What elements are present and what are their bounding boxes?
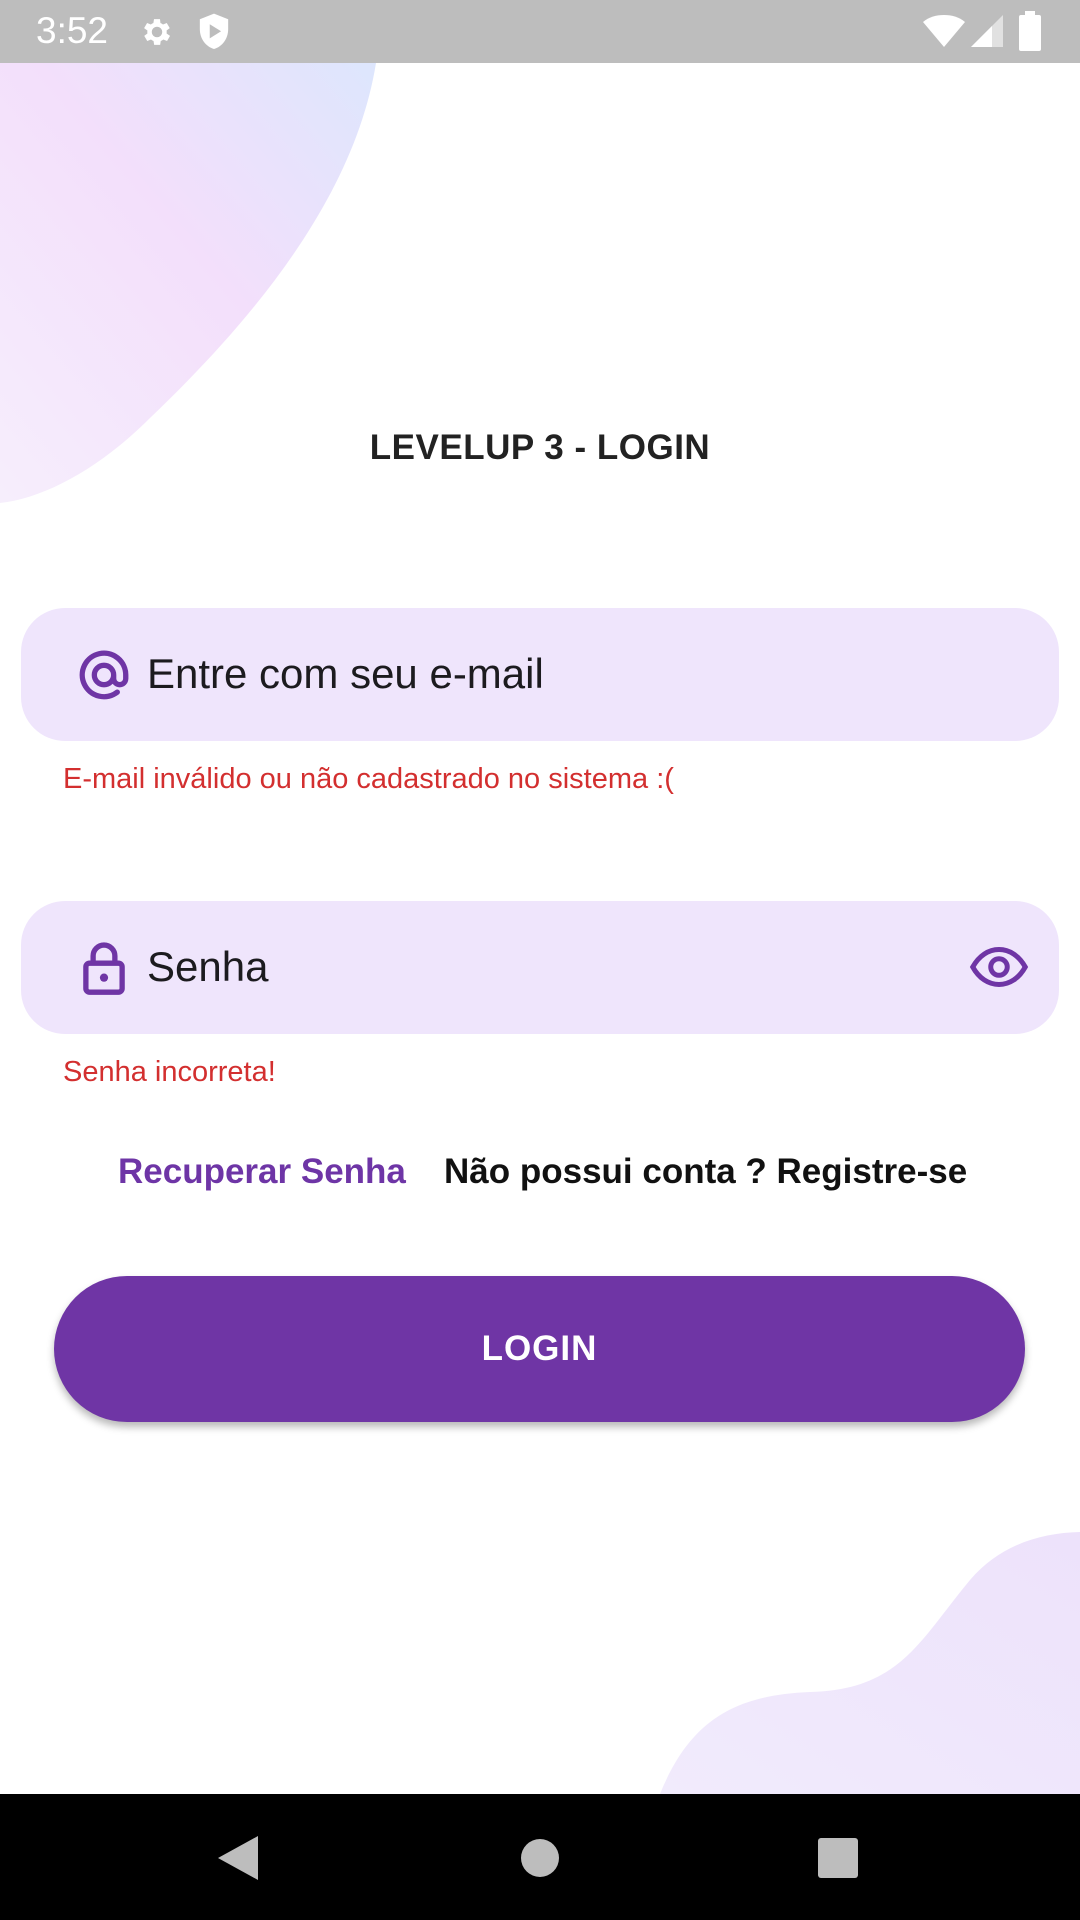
page-title: LEVELUP 3 - LOGIN [369,428,711,467]
recover-password-link[interactable]: Recuperar Senha [118,1152,406,1192]
recents-icon[interactable] [818,1838,858,1878]
wifi-icon [923,15,965,47]
password-field[interactable]: Senha [21,901,1059,1034]
login-button[interactable]: LOGIN [54,1276,1025,1422]
status-time: 3:52 [36,10,109,51]
at-sign-icon [79,650,129,700]
email-placeholder: Entre com seu e-mail [147,650,544,697]
status-bar: 3:52 [0,0,1080,63]
decorative-blob-bottom [660,1532,1080,1794]
back-icon[interactable] [216,1834,260,1882]
signal-icon [971,15,1003,47]
eye-icon[interactable] [969,937,1029,997]
register-link[interactable]: Não possui conta ? Registre-se [444,1152,967,1192]
navigation-bar [0,1794,1080,1920]
email-field[interactable]: Entre com seu e-mail [21,608,1059,741]
battery-icon [1019,11,1041,51]
email-error-message: E-mail inválido ou não cadastrado no sis… [63,763,674,795]
gear-icon [144,19,171,45]
lock-icon [83,942,125,995]
password-placeholder: Senha [147,943,269,990]
shield-play-icon [199,13,229,50]
home-icon[interactable] [520,1838,560,1878]
password-error-message: Senha incorreta! [63,1056,276,1088]
